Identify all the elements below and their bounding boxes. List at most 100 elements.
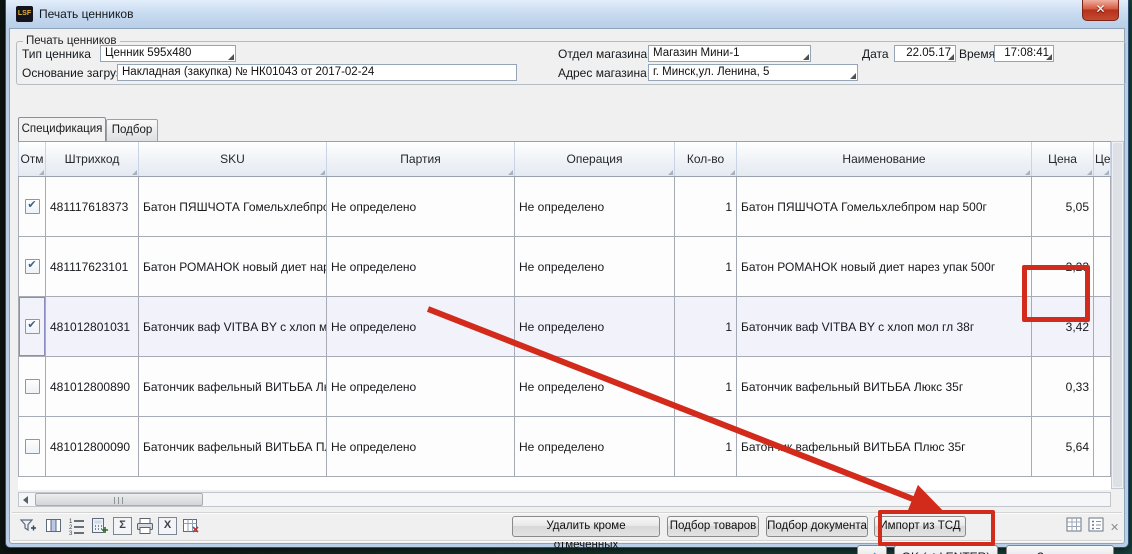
details-view-icon[interactable] (1088, 517, 1104, 537)
sku-cell[interactable]: Батончик ваф VITBA BY с хлоп мо... (139, 297, 327, 357)
barcode-cell[interactable]: 481012800090 (46, 417, 139, 477)
row-checkbox[interactable] (25, 439, 40, 454)
horizontal-scrollbar[interactable] (18, 492, 1111, 507)
name-cell[interactable]: Батончик вафельный ВИТЬБА Плюс 35г (737, 417, 1032, 477)
filter-add-icon[interactable] (18, 516, 38, 536)
table-row[interactable]: 481012800090 Батончик вафельный ВИТЬБА П… (19, 417, 1111, 477)
price-cell[interactable]: 5,05 (1032, 177, 1094, 237)
table-row-selected[interactable]: ✔ 481012801031 Батончик ваф VITBA BY с х… (19, 297, 1111, 357)
excel-export-icon[interactable]: X (158, 517, 177, 535)
import-tsd-button[interactable]: Импорт из ТСД (874, 516, 966, 537)
price-cell[interactable]: 2,23 (1032, 237, 1094, 297)
name-cell[interactable]: Батончик вафельный ВИТЬБА Люкс 35г (737, 357, 1032, 417)
col-header-name[interactable]: Наименование (737, 142, 1032, 177)
price2-cell[interactable] (1094, 417, 1111, 477)
operation-cell[interactable]: Не определено (515, 177, 675, 237)
row-checkbox[interactable] (25, 379, 40, 394)
row-checkbox[interactable]: ✔ (25, 259, 40, 274)
type-combobox[interactable]: Ценник 595x480 (100, 45, 236, 62)
view-switcher: ✕ (1066, 517, 1119, 537)
sku-cell[interactable]: Батон ПЯШЧОТА Гомельхлебпро... (139, 177, 327, 237)
price2-cell[interactable] (1094, 297, 1111, 357)
delete-except-checked-button[interactable]: Удалить кроме отмеченных (512, 516, 660, 537)
col-header-sku[interactable]: SKU (139, 142, 327, 177)
price2-cell[interactable] (1094, 357, 1111, 417)
numbered-list-icon[interactable]: 123 (67, 516, 87, 536)
col-header-qty[interactable]: Кол-во (675, 142, 737, 177)
operation-cell[interactable]: Не определено (515, 417, 675, 477)
price2-cell[interactable] (1094, 177, 1111, 237)
sum-icon[interactable]: Σ (113, 517, 132, 535)
address-combobox[interactable]: г. Минск,ул. Ленина, 5 (648, 64, 858, 81)
refresh-button[interactable]: ⇄ (857, 545, 887, 554)
table-clear-icon[interactable] (181, 516, 201, 536)
date-label: Дата (862, 45, 889, 63)
window-title: Печать ценников (39, 7, 133, 21)
time-field[interactable]: 17:08:41 (994, 45, 1054, 62)
scroll-left-arrow-icon[interactable] (19, 493, 34, 506)
barcode-cell[interactable]: 481012800890 (46, 357, 139, 417)
ok-button[interactable]: OK (ctrl ENTER) (894, 545, 998, 554)
sku-cell[interactable]: Батончик вафельный ВИТЬБА Лю... (139, 357, 327, 417)
sku-cell[interactable]: Батончик вафельный ВИТЬБА Пл... (139, 417, 327, 477)
column-settings-icon[interactable] (44, 516, 64, 536)
col-header-operation[interactable]: Операция (515, 142, 675, 177)
panel-close-icon[interactable]: ✕ (1110, 521, 1119, 534)
name-cell[interactable]: Батончик ваф VITBA BY с хлоп мол гл 38г (737, 297, 1032, 357)
qty-cell[interactable]: 1 (675, 177, 737, 237)
col-header-barcode[interactable]: Штрихкод (46, 142, 139, 177)
batch-cell[interactable]: Не определено (327, 417, 515, 477)
app-logo-icon: LSF (16, 6, 33, 22)
print-icon[interactable] (135, 516, 155, 536)
qty-cell[interactable]: 1 (675, 297, 737, 357)
batch-cell[interactable]: Не определено (327, 237, 515, 297)
tab-specification[interactable]: Спецификация (18, 117, 106, 141)
basis-field[interactable]: Накладная (закупка) № НК01043 от 2017-02… (117, 64, 517, 81)
row-checkbox[interactable]: ✔ (25, 199, 40, 214)
col-header-price[interactable]: Цена (1032, 142, 1094, 177)
dept-combobox[interactable]: Магазин Мини-1 (648, 45, 811, 62)
date-field[interactable]: 22.05.17 (894, 45, 956, 62)
operation-cell[interactable]: Не определено (515, 357, 675, 417)
window-close-button[interactable]: ✕ (1082, 0, 1119, 21)
price-cell[interactable]: 5,64 (1032, 417, 1094, 477)
title-bar[interactable]: LSF Печать ценников ✕ (6, 0, 1128, 28)
hscroll-thumb[interactable] (35, 493, 203, 506)
tab-podbor[interactable]: Подбор (106, 119, 158, 142)
col-header-price2[interactable]: Цен (1094, 142, 1111, 177)
barcode-cell[interactable]: 481012801031 (46, 297, 139, 357)
vertical-scrollbar[interactable] (1111, 141, 1124, 489)
calculator-add-icon[interactable] (90, 516, 110, 536)
qty-cell[interactable]: 1 (675, 417, 737, 477)
grid-view-icon[interactable] (1066, 517, 1082, 537)
table-row[interactable]: ✔ 481117623101 Батон РОМАНОК новый диет … (19, 237, 1111, 297)
panel-divider (12, 512, 1122, 514)
name-cell[interactable]: Батон ПЯШЧОТА Гомельхлебпром нар 500г (737, 177, 1032, 237)
spec-table-container: Отм Штрихкод SKU Партия Операция Кол-во … (18, 141, 1111, 490)
spec-table: Отм Штрихкод SKU Партия Операция Кол-во … (18, 142, 1111, 477)
operation-cell[interactable]: Не определено (515, 237, 675, 297)
operation-cell[interactable]: Не определено (515, 297, 675, 357)
barcode-cell[interactable]: 481117618373 (46, 177, 139, 237)
col-header-batch[interactable]: Партия (327, 142, 515, 177)
batch-cell[interactable]: Не определено (327, 297, 515, 357)
pick-document-button[interactable]: Подбор документа (766, 516, 868, 537)
price-cell[interactable]: 0,33 (1032, 357, 1094, 417)
pick-goods-button[interactable]: Подбор товаров (667, 516, 759, 537)
barcode-cell[interactable]: 481117623101 (46, 237, 139, 297)
batch-cell[interactable]: Не определено (327, 357, 515, 417)
col-header-check[interactable]: Отм (19, 142, 46, 177)
footer-divider (12, 540, 1122, 542)
close-escape-button[interactable]: Закрыть (ESCAPE) (1006, 545, 1114, 554)
row-checkbox[interactable]: ✔ (25, 319, 40, 334)
sku-cell[interactable]: Батон РОМАНОК новый диет нар... (139, 237, 327, 297)
name-cell[interactable]: Батон РОМАНОК новый диет нарез упак 500г (737, 237, 1032, 297)
price-cell[interactable]: 3,42 (1032, 297, 1094, 357)
table-row[interactable]: 481012800890 Батончик вафельный ВИТЬБА Л… (19, 357, 1111, 417)
batch-cell[interactable]: Не определено (327, 177, 515, 237)
table-row[interactable]: ✔ 481117618373 Батон ПЯШЧОТА Гомельхлебп… (19, 177, 1111, 237)
vscroll-thumb[interactable] (1113, 143, 1122, 487)
qty-cell[interactable]: 1 (675, 237, 737, 297)
qty-cell[interactable]: 1 (675, 357, 737, 417)
price2-cell[interactable] (1094, 237, 1111, 297)
